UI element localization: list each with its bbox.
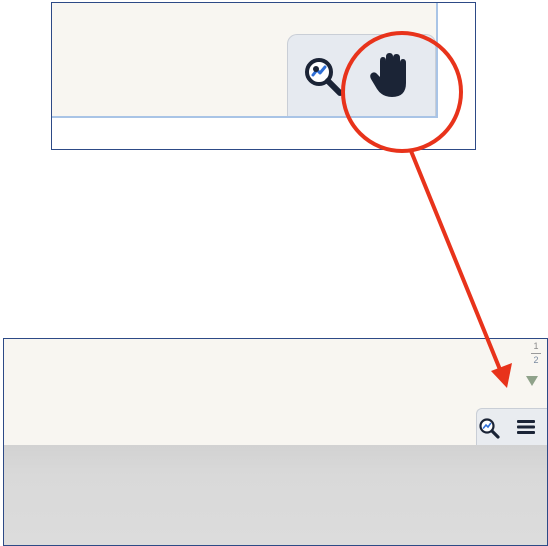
menu-icon[interactable]: [517, 419, 535, 435]
page-number-current: 2: [533, 355, 539, 365]
zoom-icon[interactable]: [478, 417, 500, 439]
page-separator: [531, 353, 541, 354]
zoom-icon[interactable]: [302, 55, 344, 97]
viewer-panel: 1 2: [3, 338, 548, 546]
page-number-previous: 1: [533, 341, 539, 351]
triangle-down-icon[interactable]: [525, 375, 539, 387]
background-area: [4, 445, 547, 545]
hand-icon[interactable]: [368, 51, 414, 99]
canvas-border: [52, 116, 436, 118]
page-indicator: 1 2: [523, 341, 547, 366]
document-canvas: [4, 339, 547, 445]
zoomed-panel: [51, 2, 476, 150]
